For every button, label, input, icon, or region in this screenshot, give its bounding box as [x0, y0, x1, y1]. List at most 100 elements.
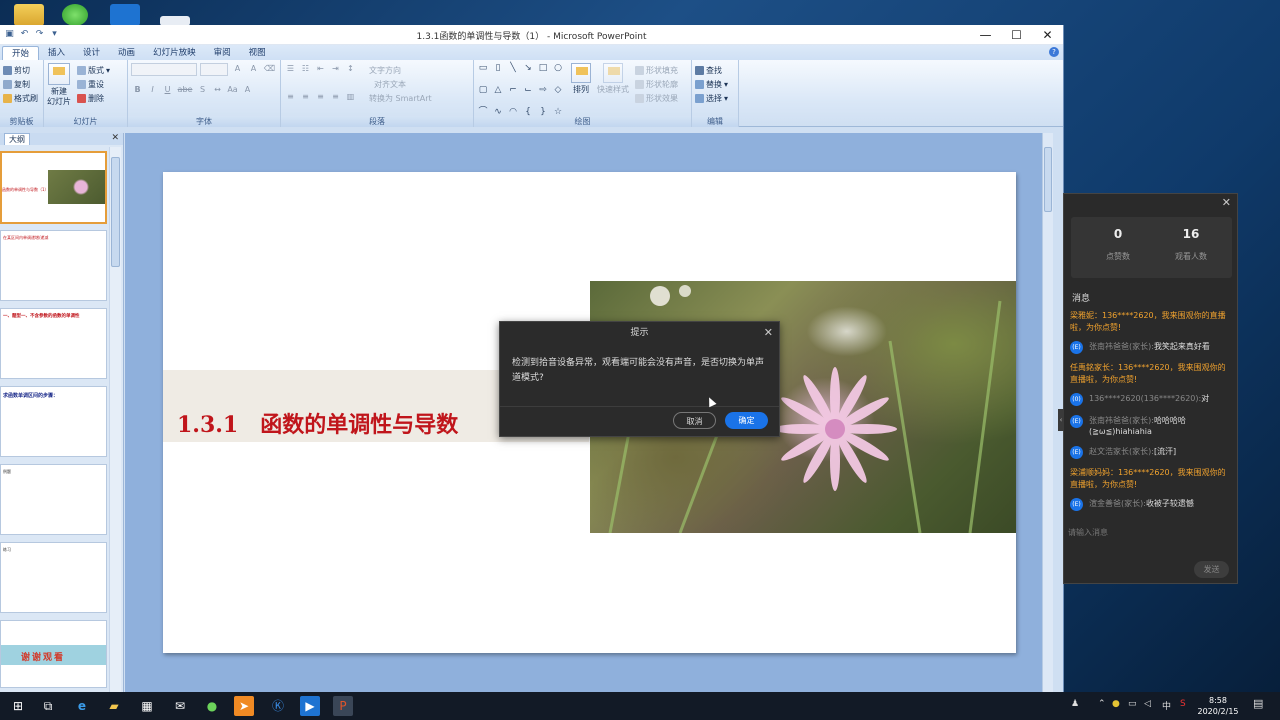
dialog-close-button[interactable]: ✕: [764, 322, 773, 344]
task-view-icon[interactable]: ⧉: [38, 696, 58, 716]
shape-outline-button[interactable]: 形状轮廓: [635, 77, 678, 91]
tab-review[interactable]: 审阅: [205, 46, 240, 60]
triangle-shape-icon[interactable]: △: [492, 85, 504, 95]
message-input[interactable]: 请输入消息: [1068, 527, 1108, 538]
slide-thumbnail[interactable]: 练习: [0, 542, 107, 613]
thumbnails-scrollbar[interactable]: [109, 147, 121, 692]
tab-animations[interactable]: 动画: [109, 46, 144, 60]
notification-icon[interactable]: ▤: [1253, 697, 1263, 710]
italic-button[interactable]: I: [146, 84, 159, 96]
align-left-icon[interactable]: ≡: [284, 91, 297, 103]
line-spacing-icon[interactable]: ↕: [344, 63, 357, 75]
strikethrough-button[interactable]: abe: [176, 84, 194, 96]
connector-shape-icon[interactable]: ⌐: [507, 85, 519, 95]
slide-thumbnail[interactable]: 谢谢观看: [0, 620, 107, 688]
layout-button[interactable]: 版式 ▾: [77, 63, 110, 77]
replace-button[interactable]: 替换 ▾: [695, 77, 735, 91]
delete-slide-button[interactable]: 删除: [77, 91, 110, 105]
people-icon[interactable]: ♟: [1071, 699, 1079, 709]
store-icon[interactable]: ▦: [137, 696, 157, 716]
underline-button[interactable]: U: [161, 84, 174, 96]
format-painter-button[interactable]: 格式刷: [3, 91, 40, 105]
pane-close-button[interactable]: ✕: [111, 133, 119, 143]
numbering-icon[interactable]: ☷: [299, 63, 312, 75]
textbox-shape-icon[interactable]: ▭: [477, 63, 489, 73]
close-button[interactable]: ✕: [1032, 25, 1063, 45]
dingtalk-icon[interactable]: ➤: [234, 696, 254, 716]
increase-indent-icon[interactable]: ⇥: [329, 63, 342, 75]
grow-font-icon[interactable]: A: [231, 63, 244, 75]
diamond-shape-icon[interactable]: ◇: [552, 85, 564, 95]
help-icon[interactable]: ?: [1049, 47, 1059, 57]
folder-icon[interactable]: [14, 4, 44, 26]
collapse-handle[interactable]: ‹: [1058, 409, 1064, 431]
bullets-icon[interactable]: ☰: [284, 63, 297, 75]
bold-button[interactable]: B: [131, 84, 144, 96]
align-center-icon[interactable]: ≡: [299, 91, 312, 103]
minimize-button[interactable]: —: [970, 25, 1001, 45]
outline-tab[interactable]: 大纲: [4, 133, 30, 145]
show-hidden-icons-icon[interactable]: ⌃: [1098, 699, 1106, 709]
tab-design[interactable]: 设计: [74, 46, 109, 60]
columns-icon[interactable]: ▥: [344, 91, 357, 103]
media-player-icon[interactable]: [110, 4, 140, 26]
elbow-shape-icon[interactable]: ⌙: [522, 85, 534, 95]
textbox-vertical-shape-icon[interactable]: ▯: [492, 63, 504, 73]
convert-smartart-button[interactable]: 转换为 SmartArt: [369, 91, 432, 105]
rounded-rect-shape-icon[interactable]: ▢: [477, 85, 489, 95]
slide-thumbnail[interactable]: 例题: [0, 464, 107, 535]
tab-home[interactable]: 开始: [2, 46, 40, 60]
slide-thumbnail[interactable]: 一、题型一、不含参数的函数的单调性: [0, 308, 107, 379]
font-size-field[interactable]: [200, 63, 228, 76]
slide-scrollbar[interactable]: [1042, 133, 1053, 692]
arrow-line-shape-icon[interactable]: ↘: [522, 63, 534, 73]
volume-icon[interactable]: ◁: [1144, 699, 1151, 709]
line-shape-icon[interactable]: ╲: [507, 63, 519, 73]
font-name-field[interactable]: [131, 63, 197, 76]
clock[interactable]: 8:58 2020/2/15: [1196, 695, 1240, 717]
ime-indicator[interactable]: 中: [1162, 699, 1171, 712]
slide-thumbnail[interactable]: 函数的单调性与导数（1）: [0, 151, 107, 224]
k-app-icon[interactable]: Ⓚ: [268, 696, 288, 716]
edge-browser-icon[interactable]: e: [72, 696, 92, 716]
cut-button[interactable]: 剪切: [3, 63, 40, 77]
network-icon[interactable]: ▭: [1128, 699, 1137, 709]
shadow-button[interactable]: S: [196, 84, 209, 96]
clear-format-icon[interactable]: ⌫: [263, 63, 276, 75]
panel-close-button[interactable]: ✕: [1222, 196, 1231, 209]
char-spacing-icon[interactable]: ↔: [211, 84, 224, 96]
scroll-thumb[interactable]: [1044, 147, 1052, 212]
browser-360-icon[interactable]: ●: [202, 696, 222, 716]
shape-fill-button[interactable]: 形状填充: [635, 63, 678, 77]
cancel-button[interactable]: 取消: [673, 412, 716, 429]
video-app-icon[interactable]: ▶: [300, 696, 320, 716]
send-button[interactable]: 发送: [1194, 561, 1229, 578]
ok-button[interactable]: 确定: [725, 412, 768, 429]
sogou-icon[interactable]: S: [1180, 699, 1186, 709]
decrease-indent-icon[interactable]: ⇤: [314, 63, 327, 75]
font-color-icon[interactable]: A: [241, 84, 254, 96]
justify-icon[interactable]: ≡: [329, 91, 342, 103]
oval-shape-icon[interactable]: ○: [552, 63, 564, 73]
tab-slideshow[interactable]: 幻灯片放映: [144, 46, 205, 60]
slide-title[interactable]: 1.3.1 函数的单调性与导数: [177, 407, 458, 439]
find-button[interactable]: 查找: [695, 63, 735, 77]
align-text-button[interactable]: 对齐文本: [374, 77, 406, 91]
rectangle-shape-icon[interactable]: □: [537, 63, 549, 73]
scroll-thumb[interactable]: [111, 157, 120, 267]
browser-icon[interactable]: [62, 4, 88, 26]
tab-insert[interactable]: 插入: [39, 46, 74, 60]
align-right-icon[interactable]: ≡: [314, 91, 327, 103]
mail-icon[interactable]: ✉: [170, 696, 190, 716]
block-arrow-shape-icon[interactable]: ⇨: [537, 85, 549, 95]
windows-start-icon[interactable]: ⊞: [8, 696, 28, 716]
reset-button[interactable]: 重设: [77, 77, 110, 91]
tray-app-icon[interactable]: ●: [1112, 699, 1120, 709]
copy-button[interactable]: 复制: [3, 77, 40, 91]
slide-thumbnail[interactable]: 求函数单调区间的步骤：: [0, 386, 107, 457]
select-button[interactable]: 选择 ▾: [695, 91, 735, 105]
shrink-font-icon[interactable]: A: [247, 63, 260, 75]
file-explorer-icon[interactable]: ▰: [104, 696, 124, 716]
change-case-icon[interactable]: Aa: [226, 84, 239, 96]
powerpoint-taskbar-icon[interactable]: P: [333, 696, 353, 716]
